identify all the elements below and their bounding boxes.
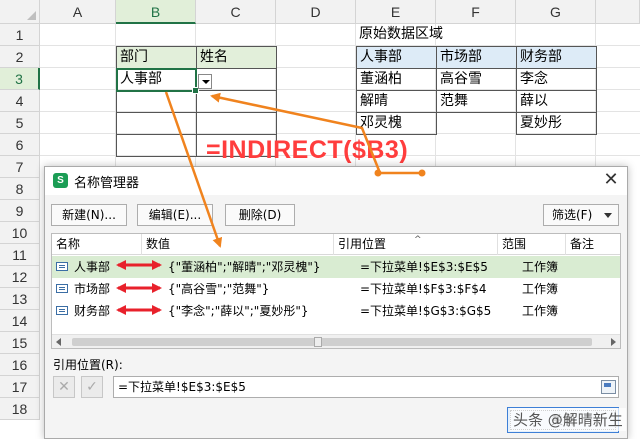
indirect-formula-annotation: =INDIRECT($B3) — [206, 136, 409, 164]
cell-g3[interactable]: 李念 — [516, 68, 597, 91]
active-cell-border — [116, 68, 199, 94]
scroll-right-icon[interactable] — [611, 338, 616, 346]
new-button[interactable]: 新建(N)... — [51, 204, 127, 226]
column-header-a[interactable]: A — [40, 0, 116, 24]
row-header-5[interactable]: 5 — [0, 112, 40, 134]
column-header-c[interactable]: C — [196, 0, 276, 24]
column-header-e[interactable]: E — [356, 0, 436, 24]
dropdown-arrow-button[interactable] — [198, 74, 212, 89]
cell-f4[interactable]: 范舞 — [436, 90, 517, 113]
list-item-scope: 工作簿 — [522, 260, 559, 274]
column-header-g[interactable]: G — [516, 0, 596, 24]
row-header-18[interactable]: 18 — [0, 398, 40, 420]
list-item-name: 财务部 — [74, 304, 111, 318]
named-range-icon — [56, 306, 68, 315]
name-manager-dialog: S 名称管理器 ✕ 新建(N)... 编辑(E)... 删除(D) 筛选(F) … — [44, 166, 628, 439]
list-item-ref: =下拉菜单!$E$3:$E$5 — [360, 260, 488, 274]
confirm-edit-icon[interactable]: ✓ — [81, 376, 103, 398]
list-item[interactable]: 人事部 {"董涵柏";"解晴";"邓灵槐"} =下拉菜单!$E$3:$E$5 工… — [52, 256, 620, 278]
list-item-scope: 工作簿 — [522, 304, 559, 318]
row-header-15[interactable]: 15 — [0, 332, 40, 354]
row-header-14[interactable]: 14 — [0, 310, 40, 332]
app-logo-icon: S — [53, 173, 68, 188]
list-item-scope: 工作簿 — [522, 282, 559, 296]
cell-b4[interactable] — [116, 90, 197, 113]
row-header-13[interactable]: 13 — [0, 288, 40, 310]
row-header-6[interactable]: 6 — [0, 134, 40, 156]
list-item-value: {"高谷雪";"范舞"} — [168, 282, 270, 296]
row-header-10[interactable]: 10 — [0, 222, 40, 244]
column-header-scope[interactable]: 范围 — [498, 234, 566, 255]
row-header-7[interactable]: 7 — [0, 156, 40, 178]
filter-label: 筛选(F) — [552, 208, 593, 222]
scrollbar-thumb[interactable] — [72, 338, 592, 346]
list-item[interactable]: 市场部 {"高谷雪";"范舞"} =下拉菜单!$F$3:$F$4 工作簿 — [52, 278, 620, 300]
scroll-left-icon[interactable] — [56, 338, 61, 346]
cell-b5[interactable] — [116, 112, 197, 135]
dialog-titlebar[interactable]: S 名称管理器 ✕ — [45, 167, 627, 195]
cell-g4[interactable]: 薛以 — [516, 90, 597, 113]
cell-f3[interactable]: 高谷雪 — [436, 68, 517, 91]
row-header-12[interactable]: 12 — [0, 266, 40, 288]
column-header-note[interactable]: 备注 — [566, 234, 620, 255]
names-list[interactable]: 名称 数值 引用位置 范围 备注 ^ 人事部 {"董涵柏";"解晴";"邓灵槐"… — [51, 233, 621, 349]
column-header-d[interactable]: D — [276, 0, 356, 24]
list-item-name: 市场部 — [74, 282, 111, 296]
list-item-ref: =下拉菜单!$F$3:$F$4 — [360, 282, 487, 296]
chevron-down-icon — [604, 213, 612, 218]
filter-dropdown[interactable]: 筛选(F) — [543, 204, 619, 226]
cell-b6[interactable] — [116, 134, 197, 157]
list-item-name: 人事部 — [74, 260, 111, 274]
column-header-f[interactable]: F — [436, 0, 516, 24]
row-header-1[interactable]: 1 — [0, 24, 40, 46]
column-header-value[interactable]: 数值 — [142, 234, 334, 255]
column-header-b[interactable]: B — [116, 0, 196, 24]
list-item-ref: =下拉菜单!$G$3:$G$5 — [360, 304, 492, 318]
named-range-icon — [56, 262, 68, 271]
cell-e4[interactable]: 解晴 — [356, 90, 437, 113]
row-header-16[interactable]: 16 — [0, 354, 40, 376]
cell-c4[interactable] — [196, 90, 277, 113]
named-range-icon — [56, 284, 68, 293]
column-header-name[interactable]: 名称 — [52, 234, 142, 255]
cell-c2[interactable]: 姓名 — [196, 46, 277, 69]
row-header-2[interactable]: 2 — [0, 46, 40, 68]
cell-e5[interactable]: 邓灵槐 — [356, 112, 437, 135]
list-item-value: {"李念";"薛以";"夏妙彤"} — [168, 304, 309, 318]
row-header-9[interactable]: 9 — [0, 200, 40, 222]
source-data-title[interactable]: 原始数据区域 — [356, 24, 516, 46]
row-header-8[interactable]: 8 — [0, 178, 40, 200]
list-header: 名称 数值 引用位置 范围 备注 ^ — [52, 234, 620, 255]
cell-f2[interactable]: 市场部 — [436, 46, 517, 69]
cancel-edit-icon[interactable]: ✕ — [53, 376, 75, 398]
ref-input-value: =下拉菜单!$E$3:$E$5 — [118, 380, 246, 394]
list-item-value: {"董涵柏";"解晴";"邓灵槐"} — [168, 260, 321, 274]
cell-g2[interactable]: 财务部 — [516, 46, 597, 69]
cell-c5[interactable] — [196, 112, 277, 135]
row-header-3[interactable]: 3 — [0, 68, 40, 90]
watermark: 头条 @解晴新生 — [510, 408, 626, 431]
range-select-icon[interactable] — [601, 380, 616, 394]
delete-button[interactable]: 删除(D) — [225, 204, 295, 226]
sort-caret-icon: ^ — [414, 235, 422, 245]
row-header-17[interactable]: 17 — [0, 376, 40, 398]
column-header-h[interactable] — [596, 0, 640, 24]
close-icon[interactable]: ✕ — [601, 170, 621, 190]
ref-input[interactable]: =下拉菜单!$E$3:$E$5 — [113, 376, 619, 398]
dialog-title: 名称管理器 — [74, 176, 140, 191]
row-header-11[interactable]: 11 — [0, 244, 40, 266]
select-all-corner[interactable] — [0, 0, 40, 24]
list-item[interactable]: 财务部 {"李念";"薛以";"夏妙彤"} =下拉菜单!$G$3:$G$5 工作… — [52, 300, 620, 322]
cell-g5[interactable]: 夏妙彤 — [516, 112, 597, 135]
edit-button[interactable]: 编辑(E)... — [137, 204, 213, 226]
horizontal-scrollbar[interactable] — [52, 334, 620, 348]
cell-e2[interactable]: 人事部 — [356, 46, 437, 69]
ref-field-label: 引用位置(R): — [53, 358, 123, 372]
cell-e3[interactable]: 董涵柏 — [356, 68, 437, 91]
row-header-4[interactable]: 4 — [0, 90, 40, 112]
scrollbar-grip[interactable] — [314, 337, 322, 347]
cell-b2[interactable]: 部门 — [116, 46, 197, 69]
